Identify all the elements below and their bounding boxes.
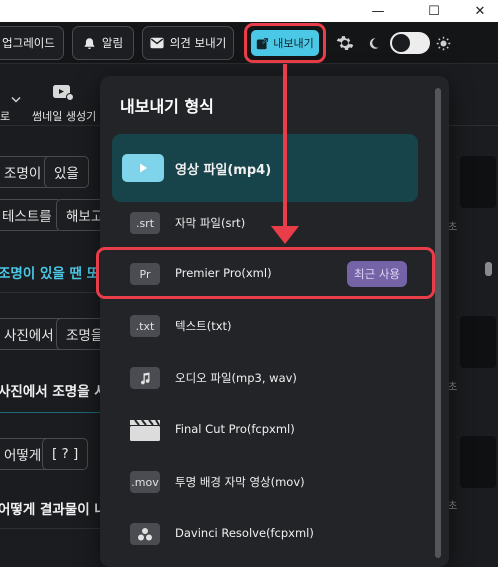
settings-button[interactable] [334,30,356,56]
moon-icon [369,37,379,49]
export-option-mov[interactable]: .mov 투명 배경 자막 영상(mov) [112,457,418,507]
option-label: 오디오 파일(mp3, wav) [175,371,297,385]
row-divider [0,292,110,293]
export-button[interactable]: 내보내기 [251,30,319,56]
thumbnail-icon [53,85,74,101]
subtitle-line[interactable]: 어떻게 결과물이 나 [0,498,107,518]
option-label: 영상 파일(mp4) [175,163,272,178]
export-option-txt[interactable]: .txt 텍스트(txt) [112,301,418,351]
row-divider [0,528,110,529]
option-label: 자막 파일(srt) [175,216,246,230]
duration-label: 초 [448,501,458,512]
word-chip[interactable]: 테스트를 [0,199,62,231]
top-toolbar: 업그레이드 알림 의견 보내기 내보내기 [0,22,498,64]
notifications-label: 알림 [101,36,124,50]
annotation-highlight-box [96,247,435,299]
export-option-mp4[interactable]: 영상 파일(mp4) [112,134,418,202]
subtitle-line[interactable]: 사진에서 조명을 사 [0,380,107,400]
mail-icon [150,37,164,49]
annotation-arrow-head [271,226,299,244]
gear-icon [336,36,354,51]
davinci-icon [130,523,160,545]
annotation-arrow-shaft [283,64,287,232]
export-option-srt[interactable]: .srt 자막 파일(srt) [112,198,418,248]
close-button[interactable]: ✕ [460,0,498,22]
feedback-label: 의견 보내기 [169,36,227,50]
export-label: 내보내기 [273,37,314,50]
chevron-down-icon [11,96,21,103]
option-label: 텍스트(txt) [175,319,232,333]
export-format-menu: 내보내기 형식 영상 파일(mp4) .srt 자막 파일(srt) Pr Pr… [100,76,449,567]
clip-thumbnail [460,316,496,368]
theme-toggle[interactable] [390,32,430,54]
subtitle-editor: 조명이 있을 테스트를 해보고 조명이 있을 땐 또 사진에서 조명을 사진에서… [0,126,110,567]
play-icon [122,154,164,182]
clapperboard-icon [129,418,161,442]
duration-label: 초 [448,382,458,393]
word-chip[interactable]: 있을 [44,156,89,188]
toolbar-left-label: 로 [0,110,11,123]
upgrade-label: 업그레이드 [2,36,55,50]
theme-toggle-knob [392,34,410,52]
window-titlebar: — ☐ ✕ [0,0,498,22]
menu-title: 내보내기 형식 [120,97,214,116]
txt-icon: .txt [130,315,160,337]
upgrade-button[interactable]: 업그레이드 [0,26,64,60]
maximize-button[interactable]: ☐ [414,0,454,22]
mov-icon: .mov [130,471,160,493]
light-mode-indicator [434,30,452,56]
notifications-button[interactable]: 알림 [72,26,134,60]
thumbnail-generator-button[interactable]: 썸네일 생성기 [32,78,102,123]
option-label: 투명 배경 자막 영상(mov) [175,475,305,489]
duration-label: 초 [448,222,458,233]
music-note-icon [130,367,160,389]
thumbnail-generator-label: 썸네일 생성기 [32,110,97,123]
clip-thumbnail [460,156,496,208]
export-option-davinci[interactable]: Davinci Resolve(fcpxml) [112,509,418,559]
word-chip[interactable]: 사진에서 [0,318,64,350]
subtitle-line[interactable]: 조명이 있을 땐 또 [0,262,99,282]
strip-scroll-thumb[interactable] [485,262,492,276]
bell-icon [84,37,95,49]
feedback-button[interactable]: 의견 보내기 [142,26,234,60]
menu-scrollbar[interactable] [435,88,441,558]
dark-mode-indicator [364,30,382,56]
word-chip[interactable]: [ ? ] [42,438,89,470]
export-option-audio[interactable]: 오디오 파일(mp3, wav) [112,353,418,403]
row-divider [0,412,110,413]
export-button-highlight: 내보내기 [244,23,326,63]
option-label: Davinci Resolve(fcpxml) [175,526,314,540]
clip-thumbnail [460,436,496,488]
option-label: Final Cut Pro(fcpxml) [175,422,295,436]
sun-icon [436,36,450,50]
export-option-fcpxml[interactable]: Final Cut Pro(fcpxml) [112,405,418,455]
export-icon [257,37,269,49]
minimize-button[interactable]: — [358,0,398,22]
srt-icon: .srt [130,212,160,234]
